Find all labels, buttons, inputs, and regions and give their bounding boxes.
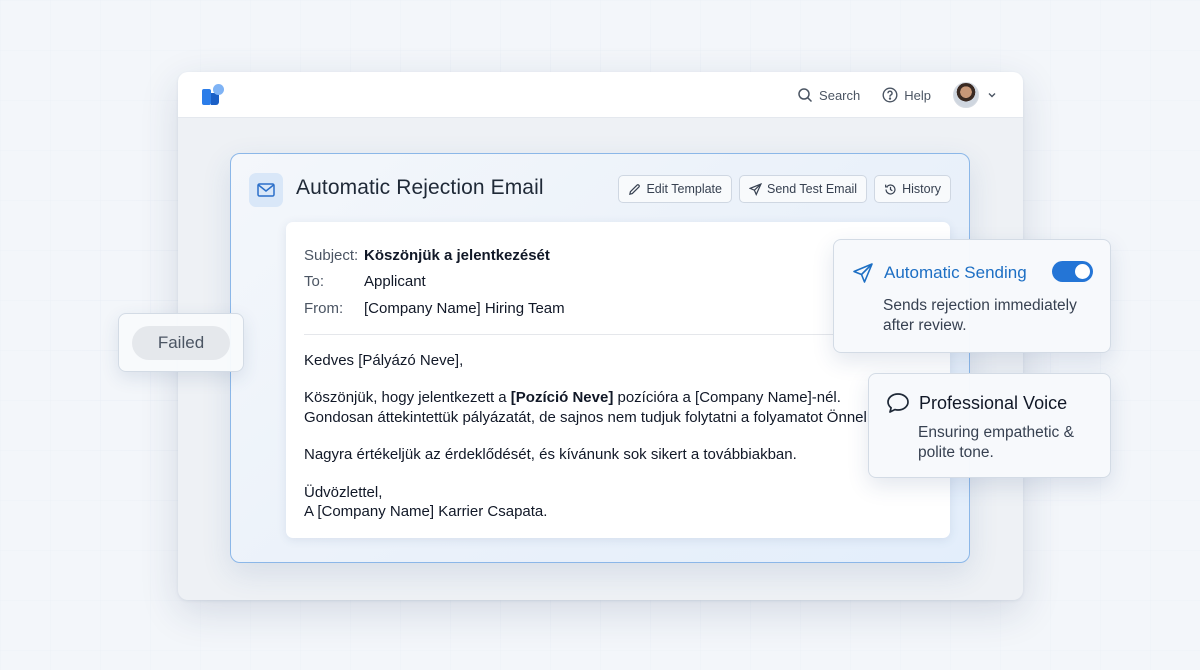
subject-value: Köszönjük a jelentkezését	[364, 246, 550, 264]
paragraph-1-text-a: Köszönjük, hogy jelentkezett a	[304, 389, 511, 406]
automatic-sending-title: Automatic Sending	[884, 263, 1027, 282]
search-icon	[798, 88, 813, 103]
from-label: From:	[304, 299, 344, 317]
professional-voice-title: Professional Voice	[919, 393, 1068, 413]
from-value: [Company Name] Hiring Team	[364, 299, 565, 317]
status-badge: Failed	[132, 325, 230, 360]
chevron-down-icon	[988, 93, 996, 98]
status-card: Failed	[118, 313, 244, 372]
toggle-knob	[1075, 264, 1090, 279]
email-signature: A [Company Name] Karrier Csapata.	[304, 503, 548, 520]
to-value: Applicant	[364, 273, 426, 291]
history-label: History	[902, 182, 941, 196]
email-greeting: Kedves [Pályázó Neve],	[304, 351, 464, 369]
email-signoff: Üdvözlettel, A [Company Name] Karrier Cs…	[304, 483, 932, 522]
automatic-sending-description: Sends rejection immediately after review…	[883, 297, 1077, 334]
history-button[interactable]: History	[874, 175, 951, 203]
paper-plane-icon	[853, 263, 873, 283]
panel-title: Automatic Rejection Email	[296, 176, 544, 199]
professional-voice-card: Professional Voice Ensuring empathetic &…	[868, 373, 1111, 478]
send-test-email-label: Send Test Email	[766, 182, 858, 196]
logo-icon[interactable]	[202, 84, 226, 106]
user-menu[interactable]	[953, 82, 997, 108]
pencil-icon	[629, 183, 641, 195]
subject-label: Subject:	[304, 246, 359, 264]
search-label: Search	[819, 87, 861, 103]
top-nav: Search Help	[797, 81, 997, 109]
position-name-placeholder: [Pozíció Neve]	[510, 389, 614, 406]
paragraph-1-text-b: pozícióra a [Company Name]-nél.	[613, 389, 841, 406]
send-icon	[748, 182, 762, 196]
professional-voice-description: Ensuring empathetic & polite tone.	[918, 424, 1074, 461]
email-closing: Üdvözlettel,	[304, 483, 383, 501]
top-bar: Search Help	[178, 72, 1023, 118]
send-test-email-button[interactable]: Send Test Email	[738, 175, 868, 203]
help-icon	[882, 87, 898, 103]
edit-template-label: Edit Template	[646, 182, 722, 196]
automatic-sending-toggle[interactable]	[1052, 261, 1093, 282]
history-icon	[885, 183, 896, 195]
avatar[interactable]	[953, 82, 979, 108]
help-label: Help	[904, 87, 931, 103]
email-template-panel: Automatic Rejection Email Edit Template …	[230, 153, 970, 563]
speech-bubble-icon	[887, 393, 909, 413]
help-button[interactable]: Help	[882, 87, 931, 103]
panel-actions: Edit Template Send Test Email History	[618, 175, 951, 203]
paragraph-1-line-2: Gondosan áttekintettük pályázatát, de sa…	[304, 408, 872, 426]
email-paragraph-2: Nagyra értékeljük az érdeklődését, és kí…	[304, 446, 797, 463]
email-paragraph-1: Köszönjük, hogy jelentkezett a [Pozíció …	[304, 388, 932, 427]
edit-template-button[interactable]: Edit Template	[618, 175, 732, 203]
search-button[interactable]: Search	[797, 87, 860, 103]
automatic-sending-card: Automatic Sending Sends rejection immedi…	[833, 239, 1111, 353]
mail-icon	[249, 173, 283, 207]
to-label: To:	[304, 273, 325, 291]
